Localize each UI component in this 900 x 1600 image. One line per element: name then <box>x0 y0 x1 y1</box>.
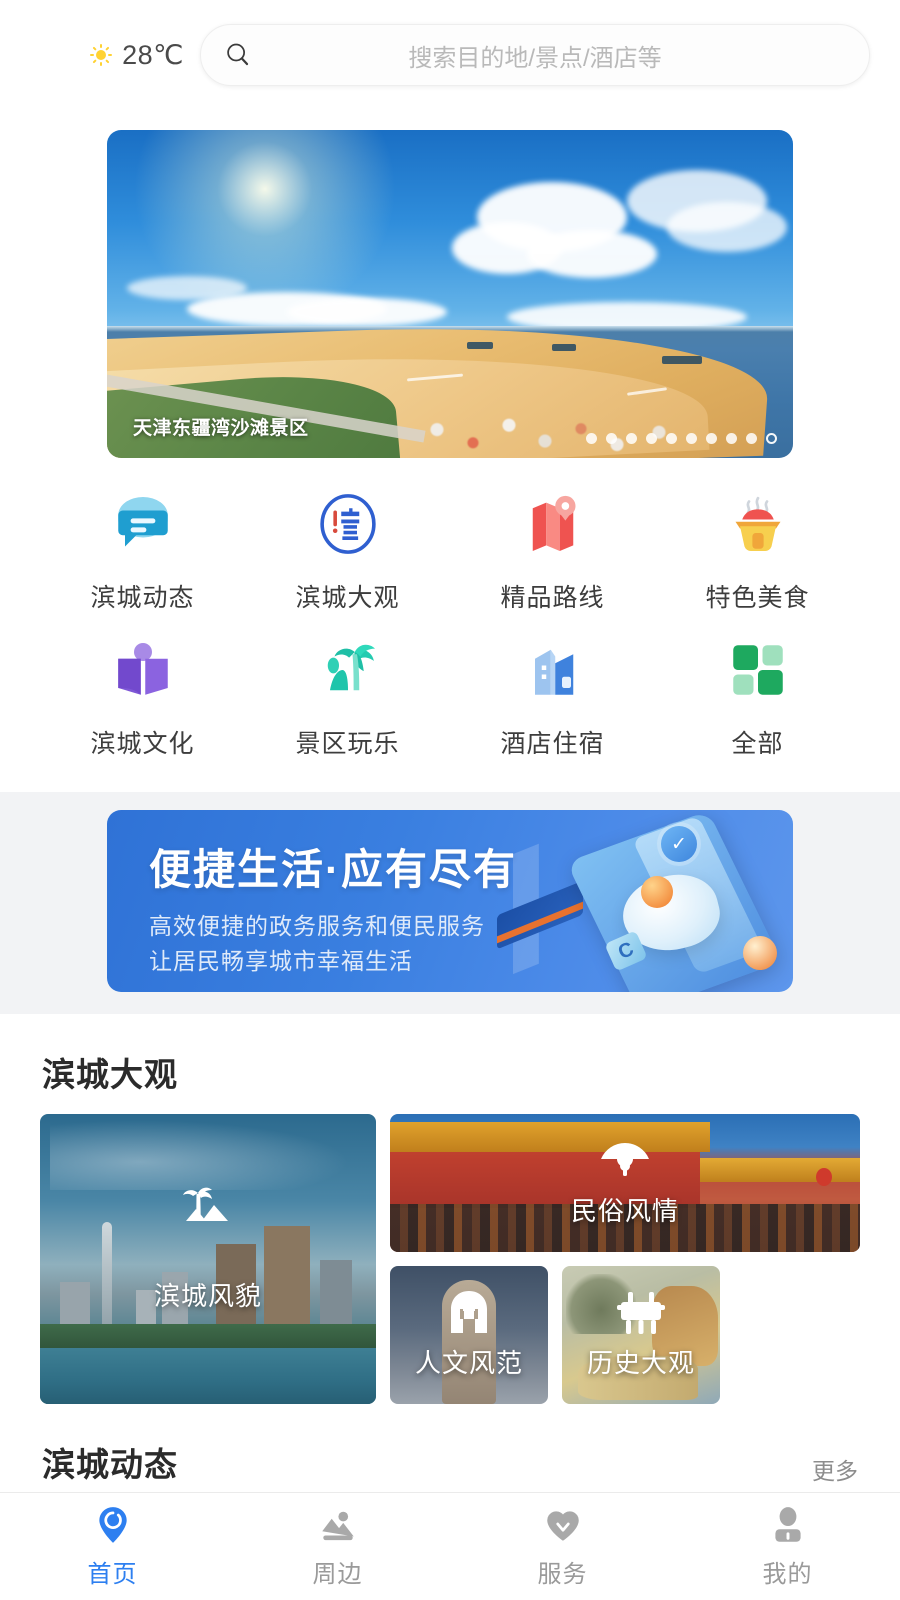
promo-orange-badge2-icon <box>743 936 777 970</box>
grid-item-jingquwanle[interactable]: 景区玩乐 <box>245 634 450 760</box>
palm-mountain-icon <box>183 1187 228 1221</box>
gallery-right-bottom-row: 人文风范 历史大观 <box>390 1266 860 1404</box>
news-section-title: 滨城动态 <box>42 1446 178 1483</box>
carousel-dot[interactable] <box>726 433 737 444</box>
gallery-right-column: 民俗风情 人文风范 历史大观 <box>390 1114 860 1404</box>
temperature-text: 28℃ <box>122 39 184 70</box>
tab-label: 我的 <box>762 1561 813 1588</box>
grid-item-jiudianzhusu[interactable]: 酒店住宿 <box>450 634 655 760</box>
location-pin-icon <box>98 1507 127 1543</box>
search-input-placeholder[interactable]: 搜索目的地/景点/酒店等 <box>201 38 869 73</box>
promo-subtitle-line2: 让居民畅享城市幸福生活 <box>149 947 413 974</box>
map-pin-icon <box>532 495 575 551</box>
gallery-section-header: 滨城大观 <box>0 1014 900 1114</box>
tab-service[interactable]: 服务 <box>450 1493 675 1600</box>
grid-item-label: 酒店住宿 <box>500 730 605 758</box>
tab-home[interactable]: 首页 <box>0 1493 225 1600</box>
gallery-tile-lishidaguan[interactable]: 历史大观 <box>562 1266 720 1404</box>
hero-caption: 天津东疆湾沙滩景区 <box>133 418 309 439</box>
chat-bubble-icon <box>117 497 168 547</box>
promo-orange-badge-icon <box>641 876 673 908</box>
carousel-dot-active[interactable] <box>766 433 777 444</box>
carousel-dot[interactable] <box>586 433 597 444</box>
grid-item-label: 滨城文化 <box>90 730 195 758</box>
carousel-dot[interactable] <box>646 433 657 444</box>
food-bowl-icon <box>735 496 780 552</box>
tab-label: 首页 <box>87 1561 138 1588</box>
gallery-section-title: 滨城大观 <box>42 1056 178 1093</box>
ding-vessel-icon <box>617 1291 665 1334</box>
promo-section: 便捷生活·应有尽有 高效便捷的政务服务和便民服务 让居民畅享城市幸福生活 <box>0 792 900 1014</box>
tab-nearby[interactable]: 周边 <box>225 1493 450 1600</box>
top-header: 28℃ 搜索目的地/景点/酒店等 <box>0 0 900 110</box>
news-section-header: 滨城动态 更多 <box>0 1404 900 1504</box>
gallery-left-column: 滨城风貌 <box>40 1114 376 1404</box>
tab-label: 服务 <box>537 1561 588 1588</box>
grid-squares-icon <box>732 645 783 695</box>
gallery-tile-label: 民俗风情 <box>570 1196 679 1227</box>
hero-carousel[interactable]: 天津东疆湾沙滩景区 <box>107 130 793 458</box>
promo-check-badge-icon <box>661 826 697 862</box>
grid-item-label: 景区玩乐 <box>295 730 400 758</box>
gallery-tile-renwenfengfan[interactable]: 人文风范 <box>390 1266 548 1404</box>
carousel-dot[interactable] <box>746 433 757 444</box>
carousel-dot[interactable] <box>626 433 637 444</box>
sun-icon <box>90 44 112 66</box>
gallery-tile-label: 滨城风貌 <box>153 1281 262 1312</box>
carousel-dot[interactable] <box>706 433 717 444</box>
gallery-tile-label: 人文风范 <box>414 1348 523 1379</box>
grid-item-label: 精品路线 <box>500 584 605 612</box>
gallery-tile-minsufengqing[interactable]: 民俗风情 <box>390 1114 860 1252</box>
carousel-dot[interactable] <box>606 433 617 444</box>
open-book-icon <box>117 643 168 695</box>
quick-entry-grid: 滨城动态 滨城大观 精品路线 特色美食 滨城文化 景区玩乐 酒店住宿 全部 <box>0 458 900 774</box>
grid-item-jingpinluxian[interactable]: 精品路线 <box>450 488 655 614</box>
carousel-dot[interactable] <box>666 433 677 444</box>
search-bar[interactable]: 搜索目的地/景点/酒店等 <box>200 24 870 86</box>
grid-item-binchengdaguan[interactable]: 滨城大观 <box>245 488 450 614</box>
bottom-tabbar: 首页 周边 服务 我的 <box>0 1492 900 1600</box>
grid-item-binchengdongtai[interactable]: 滨城动态 <box>40 488 245 614</box>
fan-icon <box>601 1142 649 1176</box>
image-mountain-icon <box>321 1511 354 1541</box>
person-icon <box>774 1507 801 1542</box>
grid-item-quanbu[interactable]: 全部 <box>655 634 860 760</box>
grid-item-label: 全部 <box>731 730 784 758</box>
gallery-tile-binchengfengmao[interactable]: 滨城风貌 <box>40 1114 376 1404</box>
promo-title: 便捷生活·应有尽有 <box>149 846 517 893</box>
tab-label: 周边 <box>312 1561 363 1588</box>
promo-text-block: 便捷生活·应有尽有 高效便捷的政务服务和便民服务 让居民畅享城市幸福生活 <box>149 836 517 978</box>
grid-item-binchengwenhua[interactable]: 滨城文化 <box>40 634 245 760</box>
hotel-building-icon <box>534 649 573 695</box>
palm-tree-icon <box>327 644 375 691</box>
heart-icon <box>546 1511 579 1541</box>
grid-item-label: 滨城动态 <box>90 584 195 612</box>
carousel-dot[interactable] <box>686 433 697 444</box>
hero-carousel-wrap: 天津东疆湾沙滩景区 <box>0 130 900 458</box>
helmet-icon <box>451 1290 487 1333</box>
bin-circle-logo-icon <box>319 494 376 554</box>
promo-subtitle-line1: 高效便捷的政务服务和便民服务 <box>149 913 485 939</box>
promo-banner[interactable]: 便捷生活·应有尽有 高效便捷的政务服务和便民服务 让居民畅享城市幸福生活 <box>107 810 793 992</box>
gallery-tile-label: 历史大观 <box>586 1348 695 1379</box>
news-more-link[interactable]: 更多 <box>812 1452 858 1486</box>
weather-widget[interactable]: 28℃ <box>0 40 200 71</box>
search-icon <box>227 43 249 66</box>
grid-item-tesemeishi[interactable]: 特色美食 <box>655 488 860 614</box>
app-screen: 28℃ 搜索目的地/景点/酒店等 天津东疆湾沙滩景区 滨城动态 滨城大观 精品路… <box>0 0 900 1600</box>
gallery-grid: 滨城风貌 民俗风情 人文风范 历史大观 <box>0 1114 900 1404</box>
tab-profile[interactable]: 我的 <box>675 1493 900 1600</box>
carousel-dots[interactable] <box>586 433 777 444</box>
grid-item-label: 滨城大观 <box>295 584 400 612</box>
grid-item-label: 特色美食 <box>705 584 810 612</box>
